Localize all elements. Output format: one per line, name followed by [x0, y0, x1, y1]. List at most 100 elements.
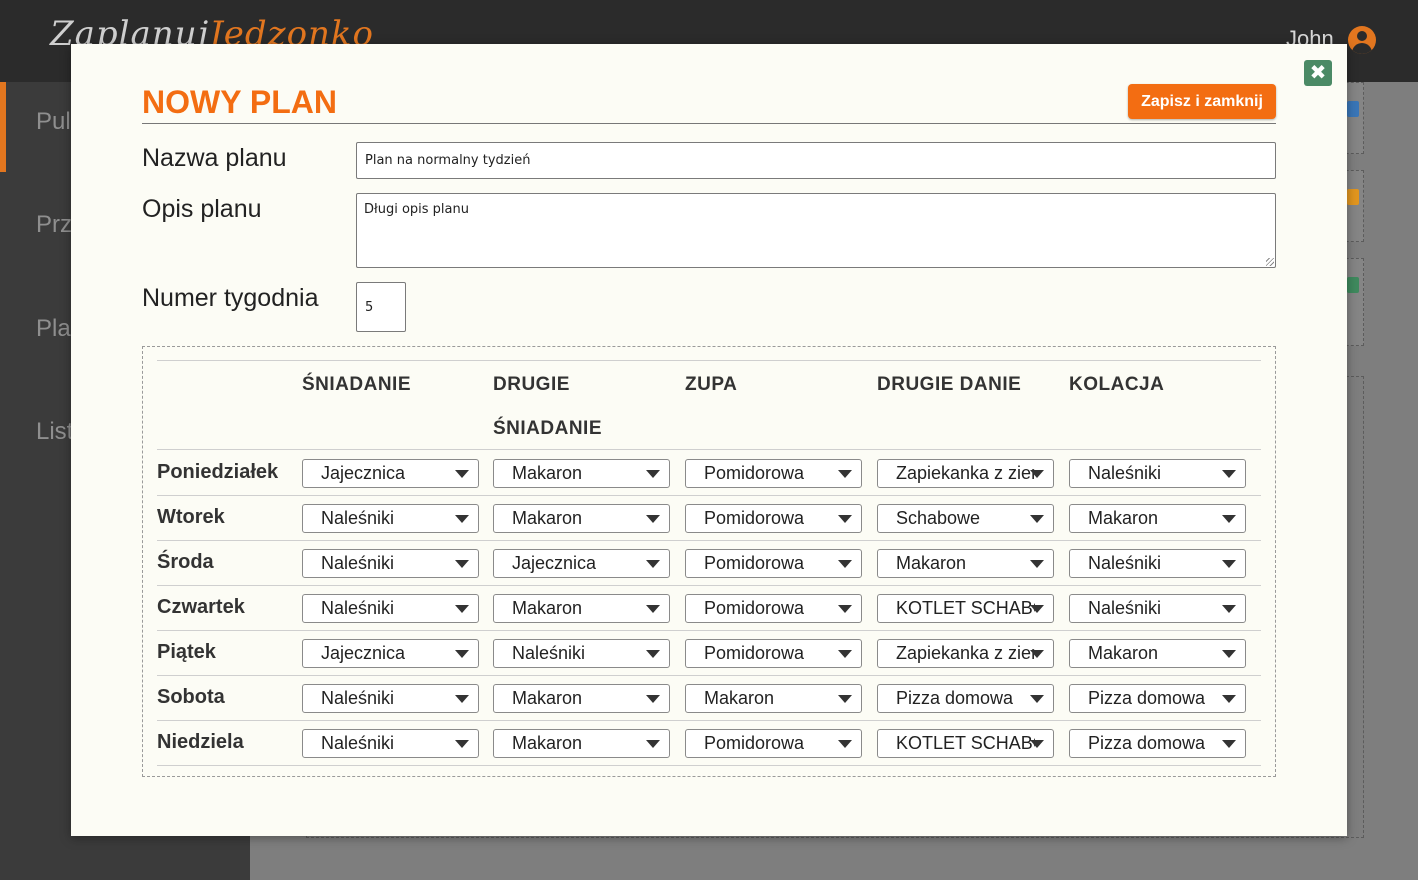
day-label-czwartek: Czwartek	[157, 596, 245, 618]
day-label-poniedzialek: Poniedziałek	[157, 461, 279, 483]
modal-title: NOWY PLAN	[142, 84, 337, 120]
meal-select-value: Naleśniki	[321, 598, 395, 618]
plan-name-input[interactable]	[356, 142, 1276, 179]
meal-select-sobota-drugie-danie[interactable]: Pizza domowa	[877, 684, 1054, 713]
chevron-down-icon	[838, 695, 852, 703]
meal-select-value: Pomidorowa	[704, 508, 805, 528]
meal-select-poniedzialek-drugie-danie[interactable]: Zapiekanka z ziemniakami	[877, 459, 1054, 488]
day-label-wtorek: Wtorek	[157, 506, 225, 528]
sidebar-active-indicator	[0, 82, 6, 172]
meal-select-piatek-drugie-sniadanie[interactable]: Naleśniki	[493, 639, 670, 668]
meal-select-sroda-kolacja[interactable]: Naleśniki	[1069, 549, 1246, 578]
meal-select-czwartek-zupa[interactable]: Pomidorowa	[685, 594, 862, 623]
meal-plan-table: ŚNIADANIE DRUGIE ŚNIADANIE ZUPA DRUGIE D…	[142, 346, 1276, 777]
meal-select-value: Naleśniki	[321, 688, 395, 708]
row-divider	[157, 720, 1261, 721]
meal-select-niedziela-drugie-sniadanie[interactable]: Makaron	[493, 729, 670, 758]
new-plan-modal: ✖ NOWY PLAN Zapisz i zamknij Nazwa planu…	[71, 44, 1347, 836]
chevron-down-icon	[646, 515, 660, 523]
chevron-down-icon	[1222, 515, 1236, 523]
chevron-down-icon	[838, 605, 852, 613]
table-top-border	[157, 360, 1261, 361]
meal-select-piatek-sniadanie[interactable]: Jajecznica	[302, 639, 479, 668]
column-header-sniadanie: ŚNIADANIE	[302, 374, 412, 395]
meal-select-value: Naleśniki	[1088, 553, 1162, 573]
column-header-drugie-line1: DRUGIE	[493, 374, 570, 395]
meal-select-value: Jajecznica	[512, 553, 597, 573]
chevron-down-icon	[455, 740, 469, 748]
meal-select-piatek-kolacja[interactable]: Makaron	[1069, 639, 1246, 668]
meal-select-value: Makaron	[1088, 508, 1159, 528]
meal-select-wtorek-drugie-sniadanie[interactable]: Makaron	[493, 504, 670, 533]
meal-select-value: Pomidorowa	[704, 553, 805, 573]
meal-select-value: Makaron	[512, 733, 583, 753]
chevron-down-icon	[1222, 695, 1236, 703]
meal-select-value: Naleśniki	[321, 553, 395, 573]
meal-select-value: Zapiekanka z ziemniakami	[896, 643, 1035, 663]
chevron-down-icon	[455, 650, 469, 658]
chevron-down-icon	[838, 515, 852, 523]
chevron-down-icon	[455, 470, 469, 478]
meal-select-piatek-drugie-danie[interactable]: Zapiekanka z ziemniakami	[877, 639, 1054, 668]
meal-select-sroda-drugie-sniadanie[interactable]: Jajecznica	[493, 549, 670, 578]
meal-select-value: Naleśniki	[512, 643, 586, 663]
column-header-zupa: ZUPA	[685, 374, 738, 395]
meal-select-value: Makaron	[512, 463, 583, 483]
chevron-down-icon	[646, 560, 660, 568]
meal-select-sroda-zupa[interactable]: Pomidorowa	[685, 549, 862, 578]
meal-select-sobota-sniadanie[interactable]: Naleśniki	[302, 684, 479, 713]
chevron-down-icon	[646, 650, 660, 658]
meal-select-value: Pomidorowa	[704, 733, 805, 753]
meal-select-value: Makaron	[512, 508, 583, 528]
chevron-down-icon	[1222, 470, 1236, 478]
meal-select-value: Naleśniki	[321, 733, 395, 753]
meal-select-niedziela-sniadanie[interactable]: Naleśniki	[302, 729, 479, 758]
row-divider	[157, 675, 1261, 676]
chevron-down-icon	[455, 605, 469, 613]
meal-select-value: Pomidorowa	[704, 598, 805, 618]
meal-select-czwartek-kolacja[interactable]: Naleśniki	[1069, 594, 1246, 623]
meal-select-wtorek-zupa[interactable]: Pomidorowa	[685, 504, 862, 533]
meal-select-poniedzialek-zupa[interactable]: Pomidorowa	[685, 459, 862, 488]
meal-select-sroda-sniadanie[interactable]: Naleśniki	[302, 549, 479, 578]
card-tag-icon	[1347, 101, 1359, 117]
meal-select-czwartek-drugie-sniadanie[interactable]: Makaron	[493, 594, 670, 623]
save-and-close-button[interactable]: Zapisz i zamknij	[1128, 84, 1276, 119]
meal-select-value: Pomidorowa	[704, 463, 805, 483]
meal-select-piatek-zupa[interactable]: Pomidorowa	[685, 639, 862, 668]
user-avatar-icon[interactable]	[1348, 26, 1376, 54]
meal-select-poniedzialek-drugie-sniadanie[interactable]: Makaron	[493, 459, 670, 488]
meal-select-czwartek-sniadanie[interactable]: Naleśniki	[302, 594, 479, 623]
meal-select-value: Naleśniki	[1088, 463, 1162, 483]
meal-select-czwartek-drugie-danie[interactable]: KOTLET SCHABOWY	[877, 594, 1054, 623]
meal-select-niedziela-kolacja[interactable]: Pizza domowa	[1069, 729, 1246, 758]
column-header-kolacja: KOLACJA	[1069, 374, 1165, 395]
plan-description-textarea[interactable]: Długi opis planu	[356, 193, 1276, 268]
close-icon[interactable]: ✖	[1304, 60, 1332, 86]
meal-select-niedziela-zupa[interactable]: Pomidorowa	[685, 729, 862, 758]
meal-select-poniedzialek-kolacja[interactable]: Naleśniki	[1069, 459, 1246, 488]
meal-select-poniedzialek-sniadanie[interactable]: Jajecznica	[302, 459, 479, 488]
row-divider	[157, 585, 1261, 586]
meal-select-value: Makaron	[1088, 643, 1159, 663]
meal-select-wtorek-sniadanie[interactable]: Naleśniki	[302, 504, 479, 533]
week-number-input[interactable]	[356, 282, 406, 332]
meal-select-sobota-zupa[interactable]: Makaron	[685, 684, 862, 713]
meal-select-sroda-drugie-danie[interactable]: Makaron	[877, 549, 1054, 578]
meal-select-niedziela-drugie-danie[interactable]: KOTLET SCHABOWY	[877, 729, 1054, 758]
row-divider	[157, 630, 1261, 631]
header-divider	[157, 449, 1261, 450]
chevron-down-icon	[455, 560, 469, 568]
meal-select-wtorek-drugie-danie[interactable]: Schabowe	[877, 504, 1054, 533]
week-number-label: Numer tygodnia	[142, 284, 319, 312]
meal-select-value: Naleśniki	[1088, 598, 1162, 618]
meal-select-sobota-drugie-sniadanie[interactable]: Makaron	[493, 684, 670, 713]
resize-handle-icon[interactable]	[1266, 258, 1274, 266]
meal-select-wtorek-kolacja[interactable]: Makaron	[1069, 504, 1246, 533]
chevron-down-icon	[1030, 470, 1044, 478]
column-header-drugie-danie: DRUGIE DANIE	[877, 374, 1022, 395]
meal-select-sobota-kolacja[interactable]: Pizza domowa	[1069, 684, 1246, 713]
chevron-down-icon	[838, 740, 852, 748]
row-divider	[157, 540, 1261, 541]
chevron-down-icon	[1030, 560, 1044, 568]
